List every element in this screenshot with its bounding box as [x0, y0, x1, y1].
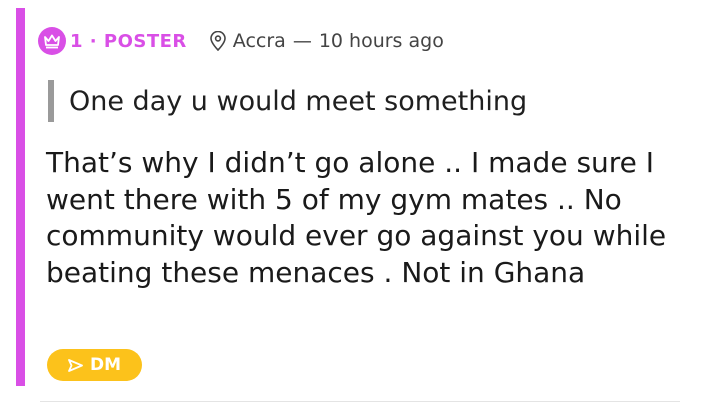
meta-separator: —	[292, 30, 312, 52]
divider	[40, 401, 680, 402]
location-pin-icon	[209, 31, 227, 51]
post-meta: 1 · POSTER Accra — 10 hours ago	[38, 26, 444, 56]
timestamp: 10 hours ago	[318, 30, 444, 52]
quoted-text: One day u would meet something	[48, 80, 527, 122]
post-card: 1 · POSTER Accra — 10 hours ago One day …	[16, 8, 680, 386]
send-arrow-icon	[68, 358, 83, 372]
crown-icon	[38, 27, 66, 55]
dm-button-label: DM	[89, 355, 122, 375]
location-text: Accra	[232, 30, 286, 52]
dm-button[interactable]: DM	[47, 349, 142, 381]
poster-rank-label[interactable]: 1 · POSTER	[70, 31, 187, 52]
post-body: That’s why I didn’t go alone .. I made s…	[46, 146, 667, 289]
